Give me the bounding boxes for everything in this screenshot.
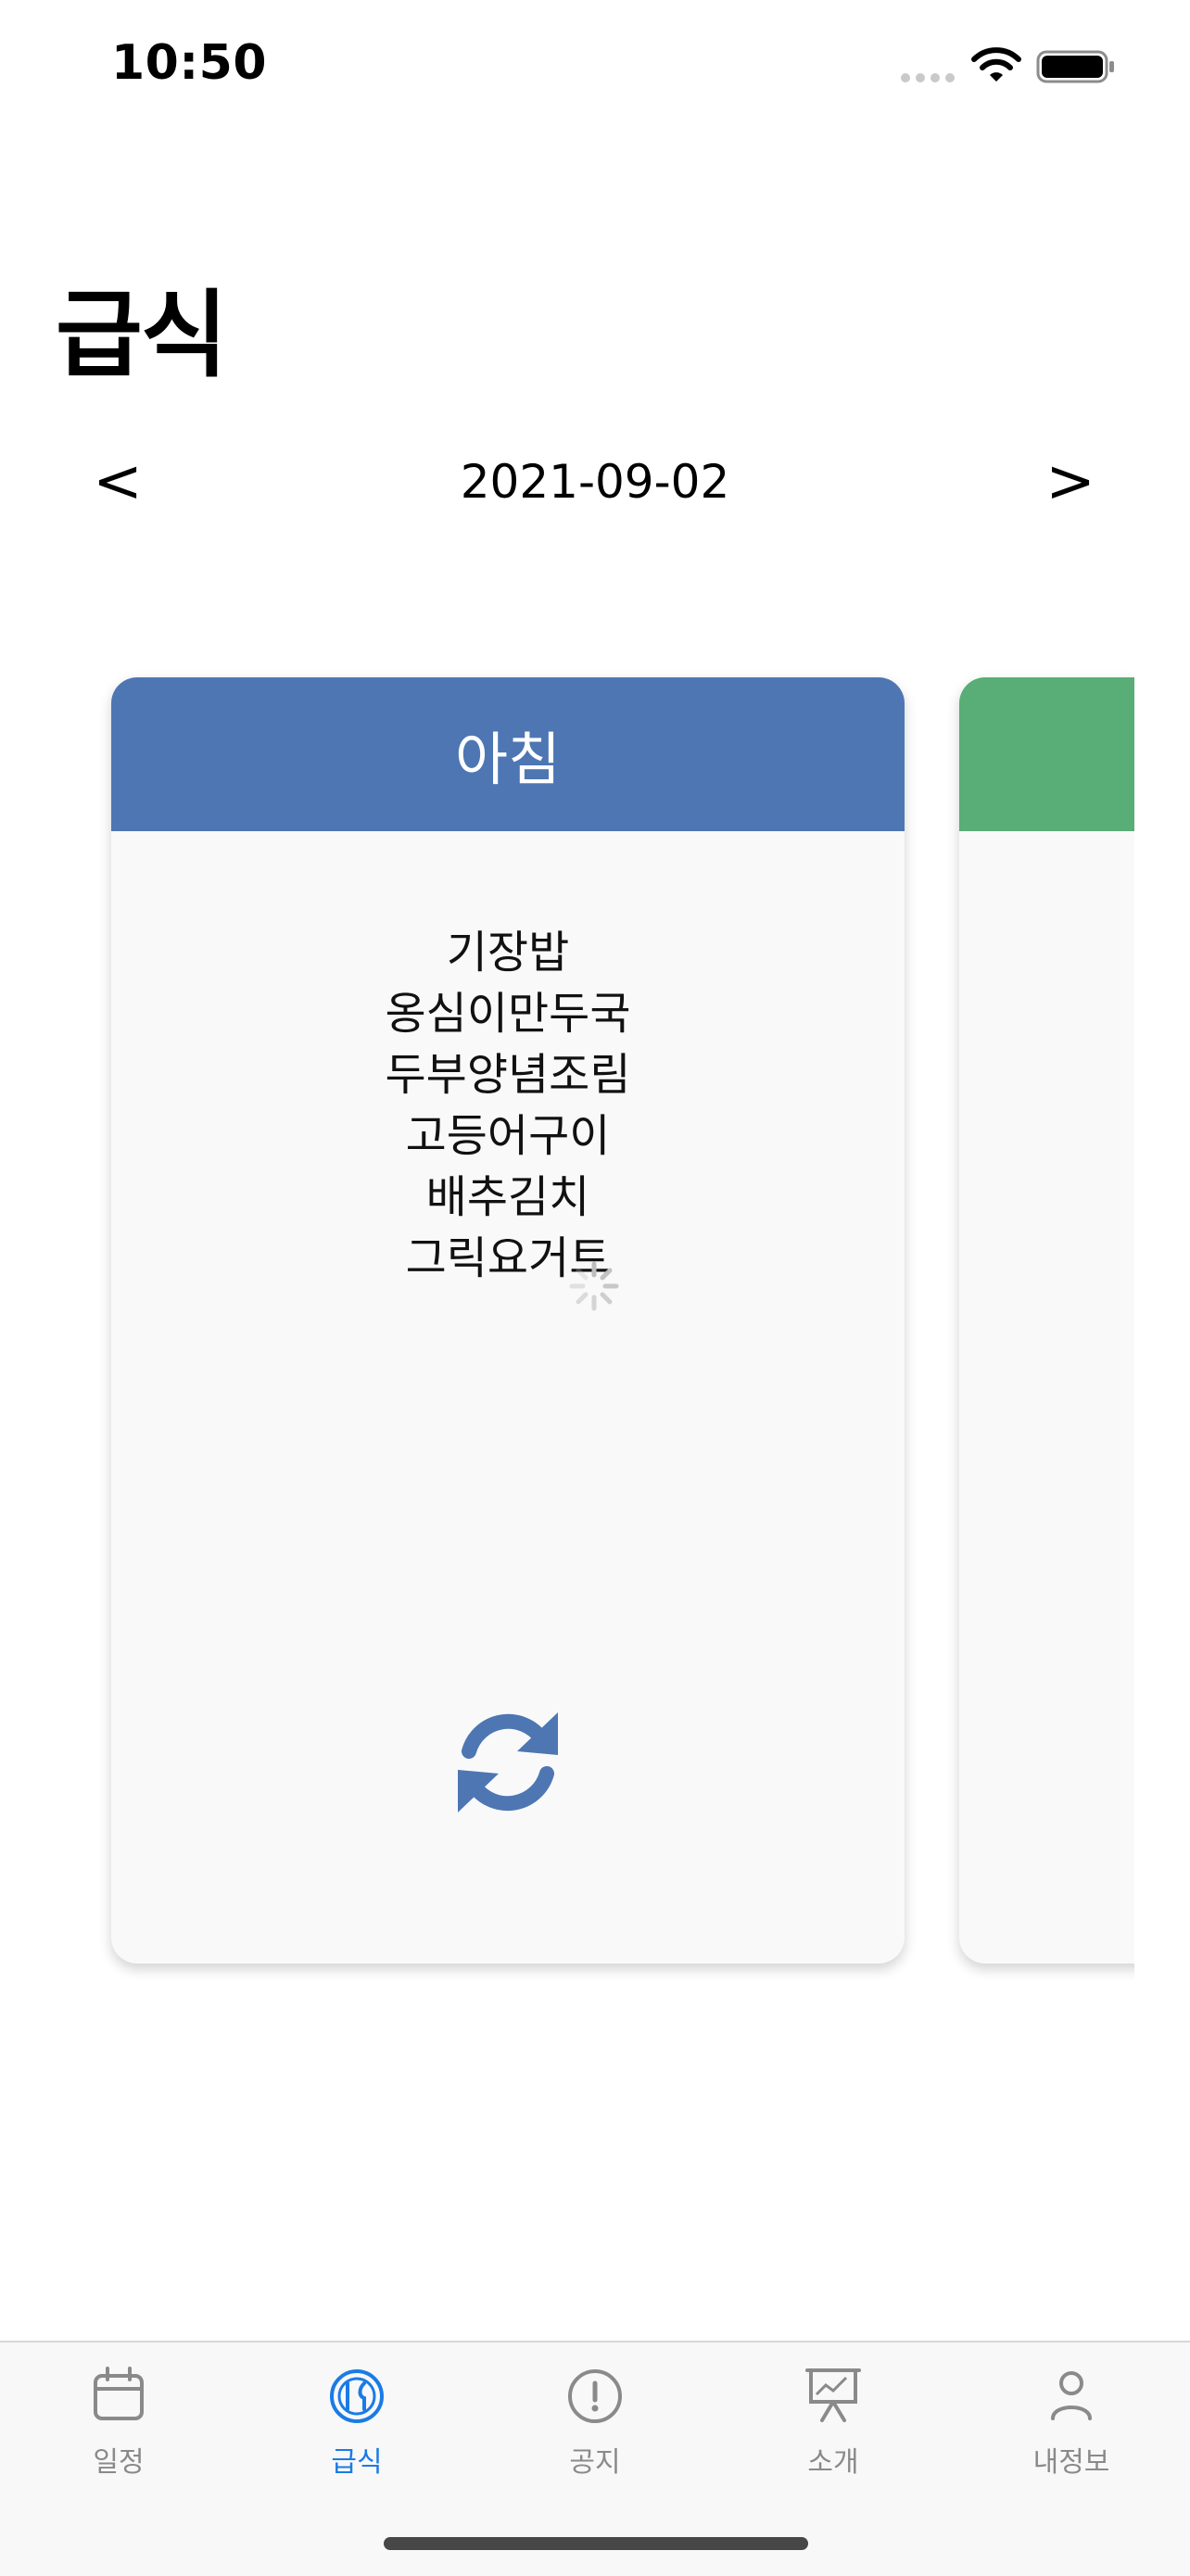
home-indicator: [384, 2537, 808, 2550]
calendar-icon: [94, 2367, 144, 2420]
tab-label: 소개: [807, 2446, 859, 2479]
page-title: 급식: [56, 281, 228, 391]
battery-icon: [1036, 50, 1114, 83]
date-navigation: < 2021-09-02 >: [0, 436, 1190, 528]
menu-item: 배추김치: [425, 1171, 590, 1223]
wifi-icon: [971, 47, 1021, 82]
next-date-button[interactable]: >: [1019, 436, 1121, 528]
tab-meal[interactable]: 급식: [264, 2342, 449, 2481]
refresh-icon[interactable]: [443, 1698, 573, 1827]
tab-label: 일정: [93, 2446, 145, 2479]
cellular-signal-icon: [901, 73, 955, 82]
tab-label: 급식: [331, 2446, 383, 2479]
carousel-clip: [1134, 649, 1190, 2001]
tab-profile[interactable]: 내정보: [979, 2342, 1164, 2481]
menu-item: 옹심이만두국: [385, 988, 631, 1040]
profile-icon: [1051, 2371, 1092, 2420]
presentation-icon: [805, 2368, 861, 2422]
tab-schedule[interactable]: 일정: [26, 2342, 211, 2481]
meal-card-title: 아침: [111, 677, 905, 831]
tab-notice[interactable]: 공지: [502, 2342, 688, 2481]
tab-intro[interactable]: 소개: [741, 2342, 926, 2481]
loading-spinner-icon: [569, 1261, 619, 1311]
menu-item: 그릭요거트: [405, 1232, 611, 1284]
notice-icon: [568, 2369, 622, 2423]
tab-label: 내정보: [1032, 2446, 1110, 2479]
menu-list: 기장밥 옹심이만두국 두부양념조림 고등어구이 배추김치 그릭요거트: [111, 922, 905, 1289]
tab-label: 공지: [569, 2446, 621, 2479]
status-bar: 10:50: [0, 0, 1190, 130]
menu-item: 두부양념조림: [385, 1049, 631, 1101]
current-date-label: 2021-09-02: [460, 455, 730, 509]
status-time: 10:50: [111, 35, 268, 91]
menu-item: 고등어구이: [405, 1110, 611, 1162]
meal-icon: [330, 2369, 384, 2423]
menu-item: 기장밥: [446, 927, 570, 979]
